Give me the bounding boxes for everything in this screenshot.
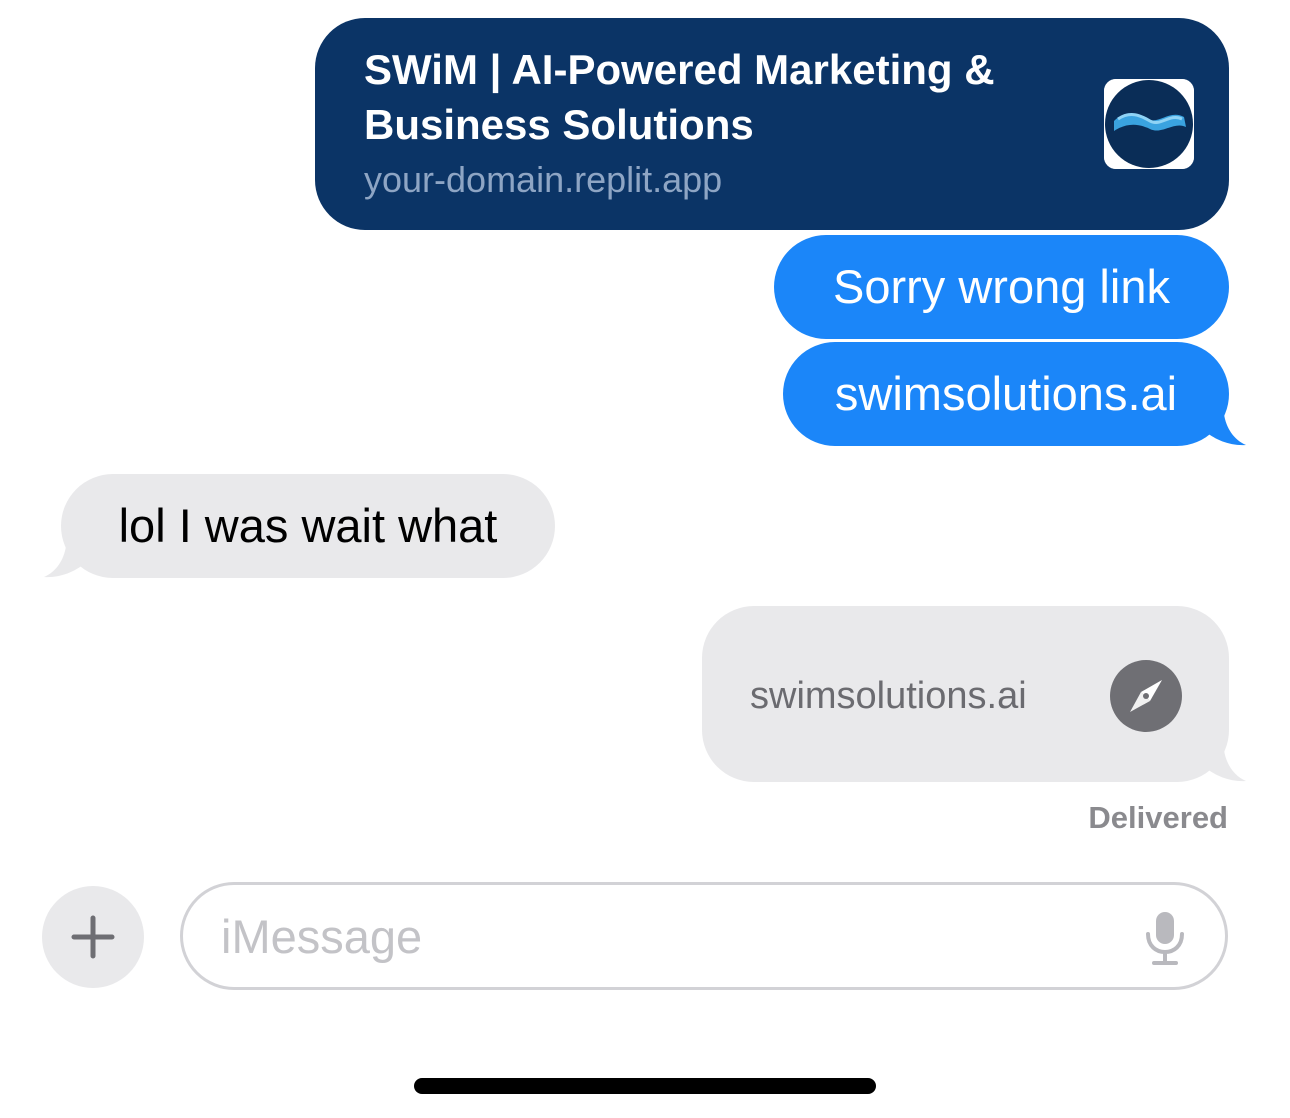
home-indicator[interactable] xyxy=(414,1078,876,1094)
link-preview-card[interactable]: SWiM | AI-Powered Marketing & Business S… xyxy=(315,18,1229,230)
plus-icon xyxy=(71,915,115,959)
microphone-icon[interactable] xyxy=(1142,910,1188,966)
message-input[interactable] xyxy=(180,882,1228,990)
sent-message-bubble[interactable]: Sorry wrong link xyxy=(774,235,1229,339)
messages-screen: SWiM | AI-Powered Marketing & Business S… xyxy=(0,0,1290,1118)
add-attachment-button[interactable] xyxy=(42,886,144,988)
bubble-tail-icon xyxy=(1206,414,1246,446)
link-preview-title: SWiM | AI-Powered Marketing & Business S… xyxy=(364,46,995,148)
delivery-status: Delivered xyxy=(1088,800,1228,835)
compass-icon xyxy=(1110,660,1182,732)
link-message-bubble[interactable]: swimsolutions.ai xyxy=(702,606,1229,782)
bubble-tail-icon xyxy=(44,546,84,578)
bubble-tail-icon xyxy=(1206,750,1246,782)
link-message-text: swimsolutions.ai xyxy=(750,675,1027,717)
sent-message-bubble[interactable]: swimsolutions.ai xyxy=(783,342,1229,446)
wave-logo-icon xyxy=(1104,79,1194,169)
link-preview-domain: your-domain.replit.app xyxy=(364,159,723,200)
received-message-bubble[interactable]: lol I was wait what xyxy=(61,474,555,578)
